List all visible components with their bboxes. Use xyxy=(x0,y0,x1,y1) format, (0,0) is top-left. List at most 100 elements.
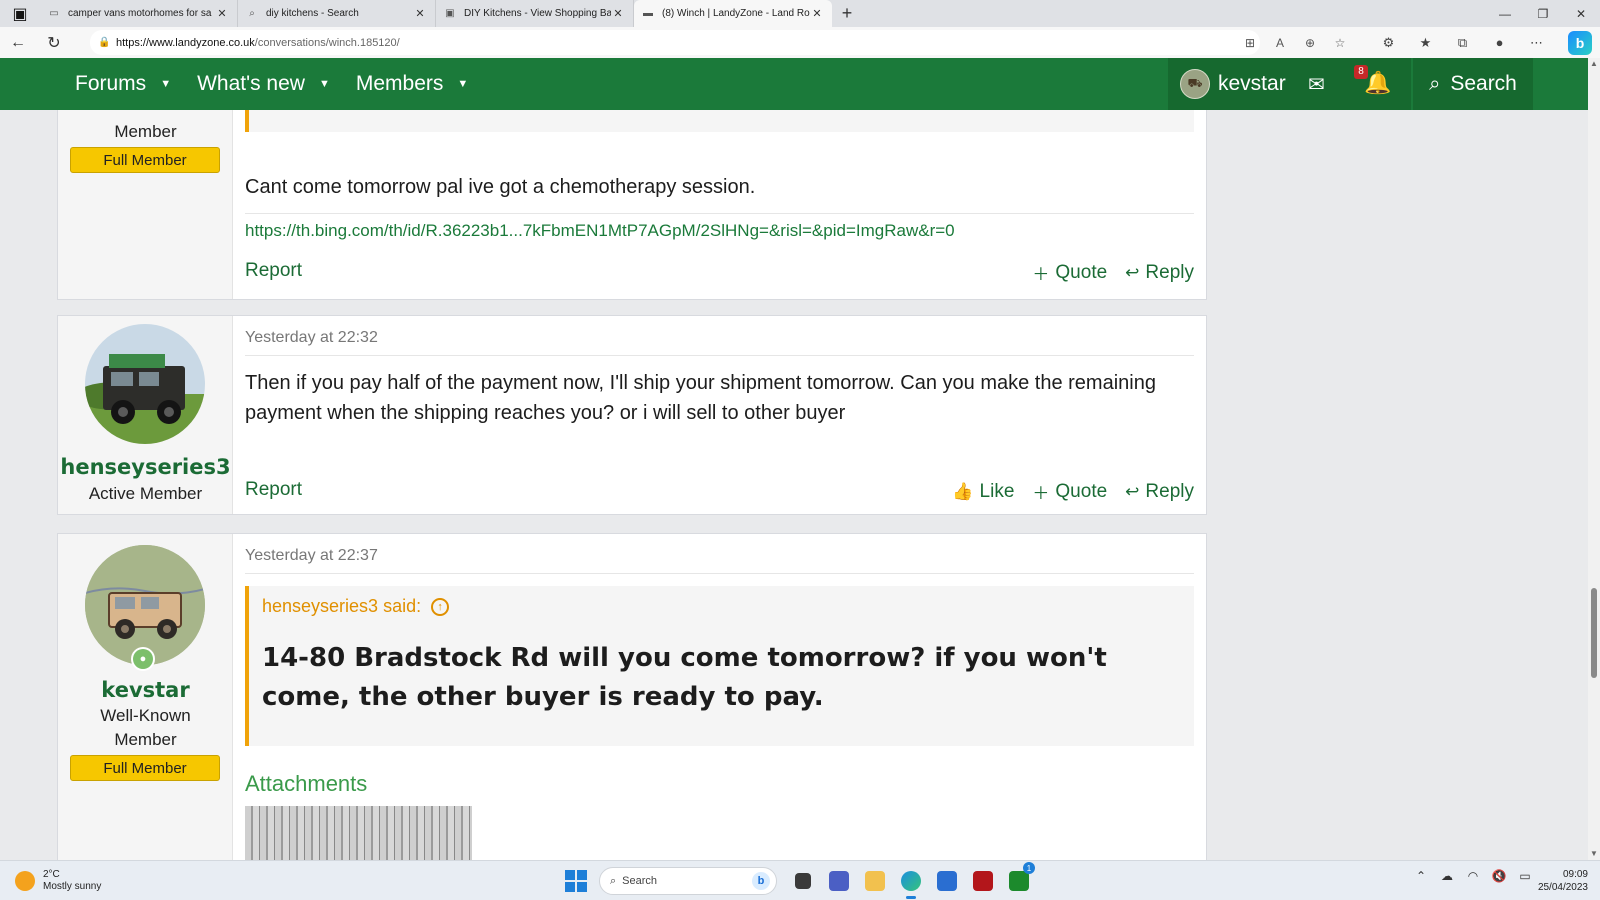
divider xyxy=(245,213,1194,214)
close-window-icon[interactable]: ✕ xyxy=(1562,0,1600,27)
message-timestamp[interactable]: Yesterday at 22:37 xyxy=(245,547,378,565)
tab-title: camper vans motorhomes for sa xyxy=(68,8,212,19)
game-app-icon[interactable] xyxy=(965,866,1001,896)
quote-button[interactable]: ＋ Quote xyxy=(1032,479,1107,504)
reply-button[interactable]: ↩ Reply xyxy=(1125,479,1194,504)
avatar[interactable]: ⛟ xyxy=(1180,69,1210,99)
scroll-up-icon[interactable]: ▲ xyxy=(1588,58,1600,70)
new-tab-button[interactable]: + xyxy=(832,0,862,27)
like-button[interactable]: 👍 Like xyxy=(952,479,1014,504)
bell-icon[interactable]: 🔔 xyxy=(1364,70,1391,96)
caret-down-icon[interactable]: ▼ xyxy=(319,78,330,90)
minimize-icon[interactable]: — xyxy=(1486,0,1524,27)
read-aloud-icon[interactable]: A xyxy=(1265,36,1295,50)
report-link[interactable]: Report xyxy=(245,479,302,501)
caret-down-icon[interactable]: ▼ xyxy=(160,78,171,90)
bing-icon: b xyxy=(752,872,770,890)
quote-block: henseyseries3 said: ↑ 14-80 Bradstock Rd… xyxy=(245,586,1194,746)
extensions-icon[interactable]: ⚙ xyxy=(1370,35,1407,51)
weather-condition: Mostly sunny xyxy=(43,881,102,892)
nav-forums[interactable]: Forums ▼ xyxy=(75,72,171,96)
message-user-column: ● kevstar Well-Known Member Full Member xyxy=(58,534,233,860)
sun-icon xyxy=(15,871,35,891)
tab-actions-icon[interactable]: ▣ xyxy=(0,0,40,27)
avatar[interactable] xyxy=(85,324,205,444)
collections-icon[interactable]: ⧉ xyxy=(1444,35,1481,51)
full-member-badge: Full Member xyxy=(70,147,220,173)
clock-time: 09:09 xyxy=(1562,869,1588,880)
message-user-column: henseyseries3 Active Member xyxy=(58,316,233,514)
favorite-star-icon[interactable]: ☆ xyxy=(1325,36,1355,50)
file-explorer-icon[interactable] xyxy=(857,866,893,896)
windows-taskbar: 2°C Mostly sunny ⌕ Search b 1 ⌃ ☁ ◠ 🔇 ▭ … xyxy=(0,860,1600,900)
profile-icon[interactable]: ● xyxy=(1481,35,1518,50)
url-field[interactable]: 🔒 https://www.landyzone.co.uk/conversati… xyxy=(90,30,1260,55)
search-button[interactable]: ⌕ Search xyxy=(1413,58,1533,110)
quote-button[interactable]: ＋ Quote xyxy=(1032,260,1107,285)
close-icon[interactable]: ✕ xyxy=(413,7,427,20)
username-link[interactable]: kevstar xyxy=(58,678,233,702)
attachment-thumbnail[interactable] xyxy=(245,806,472,860)
battery-icon[interactable]: ▭ xyxy=(1512,869,1538,883)
quote-header[interactable]: henseyseries3 said: ↑ xyxy=(249,586,1194,617)
caret-down-icon[interactable]: ▼ xyxy=(457,78,468,90)
message-user-column: Member Full Member xyxy=(58,110,233,299)
taskbar-apps: ⌕ Search b 1 xyxy=(565,862,1037,899)
browser-tab-4[interactable]: ▬ (8) Winch | LandyZone - Land Ro ✕ xyxy=(634,0,832,27)
zoom-icon[interactable]: ⊕ xyxy=(1295,36,1325,50)
scroll-down-icon[interactable]: ▼ xyxy=(1588,848,1600,860)
app-available-icon[interactable]: ⊞ xyxy=(1235,36,1265,50)
xbox-icon[interactable]: 1 xyxy=(1001,862,1037,896)
plus-icon: ＋ xyxy=(1032,265,1050,284)
onedrive-icon[interactable]: ☁ xyxy=(1434,869,1460,883)
user-menu[interactable]: ⛟ kevstar ✉ 8 🔔 xyxy=(1168,58,1411,110)
message-text: Cant come tomorrow pal ive got a chemoth… xyxy=(245,176,756,198)
bing-chat-icon[interactable]: b xyxy=(1568,31,1592,55)
edge-browser-icon[interactable] xyxy=(893,866,929,899)
restore-icon[interactable]: ❐ xyxy=(1524,0,1562,27)
nav-members[interactable]: Members ▼ xyxy=(356,72,468,96)
favorites-icon[interactable]: ★ xyxy=(1407,35,1444,51)
wifi-icon[interactable]: ◠ xyxy=(1460,869,1486,883)
windows-start-icon[interactable] xyxy=(565,870,587,892)
nav-whats-new[interactable]: What's new ▼ xyxy=(197,72,330,96)
close-icon[interactable]: ✕ xyxy=(810,7,824,20)
store-icon[interactable] xyxy=(929,866,965,896)
clock[interactable]: 09:09 25/04/2023 xyxy=(1538,868,1588,894)
refresh-icon[interactable]: ↻ xyxy=(36,27,72,58)
landrover-avatar-image xyxy=(85,324,205,444)
search-icon: ⌕ xyxy=(1429,72,1441,95)
taskbar-search[interactable]: ⌕ Search b xyxy=(599,867,777,895)
weather-widget[interactable]: 2°C Mostly sunny xyxy=(15,869,101,893)
page-scrollbar[interactable]: ▲ ▼ xyxy=(1588,58,1600,860)
message-timestamp[interactable]: Yesterday at 22:32 xyxy=(245,329,378,347)
scrollbar-thumb[interactable] xyxy=(1591,588,1597,678)
mail-icon[interactable]: ✉ xyxy=(1308,72,1325,97)
teams-icon[interactable] xyxy=(821,866,857,896)
report-link[interactable]: Report xyxy=(245,260,302,282)
plus-icon: ＋ xyxy=(1032,484,1050,503)
username-link[interactable]: henseyseries3 xyxy=(58,455,233,479)
user-role: Member xyxy=(114,730,177,749)
message-actions: ＋ Quote ↩ Reply xyxy=(1014,260,1194,285)
user-name[interactable]: kevstar xyxy=(1218,72,1286,96)
task-view-icon[interactable] xyxy=(785,866,821,896)
close-icon[interactable]: ✕ xyxy=(611,7,625,20)
chevron-up-icon[interactable]: ⌃ xyxy=(1408,869,1434,883)
landrover-icon: ▬ xyxy=(643,8,653,19)
more-icon[interactable]: ⋯ xyxy=(1518,35,1555,51)
quote-author[interactable]: henseyseries3 said: xyxy=(262,596,421,617)
reply-button[interactable]: ↩ Reply xyxy=(1125,260,1194,285)
attachments-heading: Attachments xyxy=(245,771,368,796)
search-icon: ⌕ xyxy=(610,874,617,887)
browser-tab-2[interactable]: ⌕ diy kitchens - Search ✕ xyxy=(238,0,436,27)
message-link[interactable]: https://th.bing.com/th/id/R.36223b1...7k… xyxy=(245,221,955,241)
volume-muted-icon[interactable]: 🔇 xyxy=(1486,869,1512,883)
like-label: Like xyxy=(979,480,1015,502)
back-icon[interactable]: ← xyxy=(0,27,36,58)
full-member-badge: Full Member xyxy=(70,755,220,781)
browser-tab-3[interactable]: ▣ DIY Kitchens - View Shopping Ba ✕ xyxy=(436,0,634,27)
browser-tab-1[interactable]: ▭ camper vans motorhomes for sa ✕ xyxy=(40,0,238,27)
arrow-up-circle-icon[interactable]: ↑ xyxy=(431,597,450,616)
close-icon[interactable]: ✕ xyxy=(215,7,229,20)
